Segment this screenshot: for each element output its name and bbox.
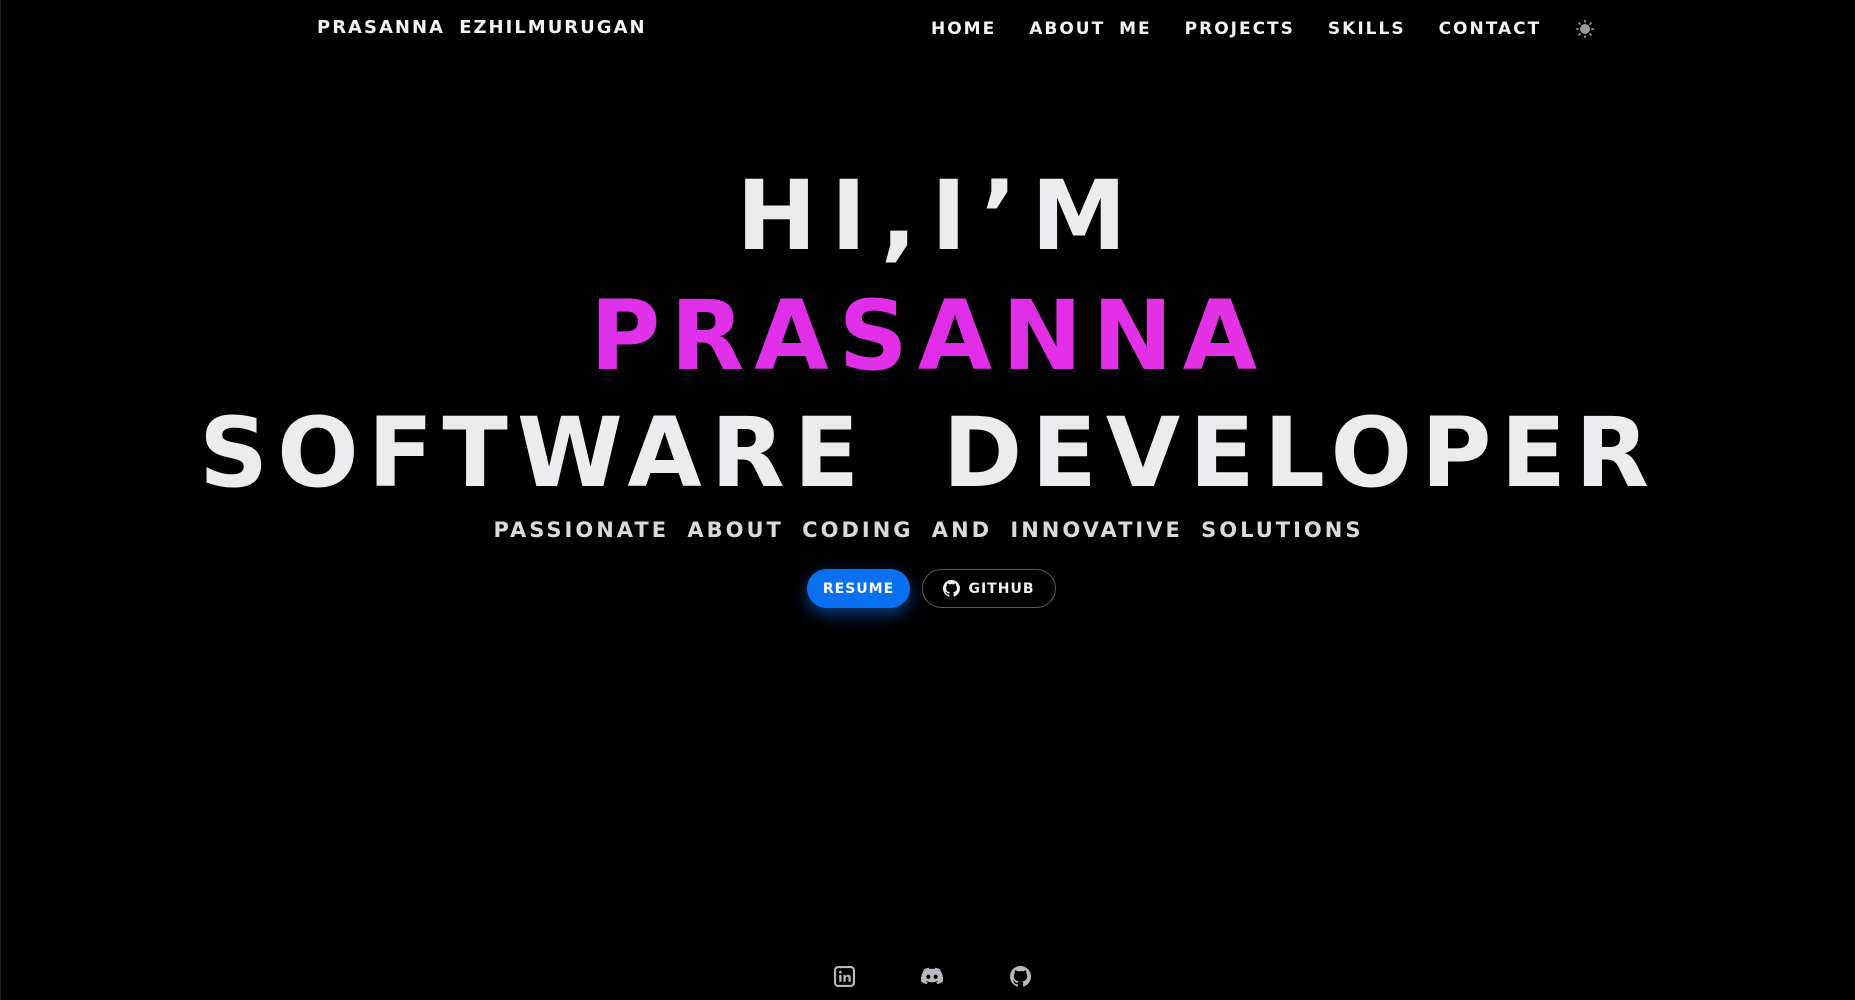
hero-buttons: RESUME GITHUB — [807, 569, 1056, 608]
hero-tagline: PASSIONATE ABOUT CODING AND INNOVATIVE S… — [493, 518, 1364, 542]
social-links — [833, 965, 1031, 987]
github-icon — [943, 580, 961, 597]
nav-skills[interactable]: SKILLS — [1328, 19, 1406, 39]
hero-role: SOFTWARE DEVELOPER — [199, 397, 1658, 509]
nav-projects[interactable]: PROJECTS — [1185, 19, 1295, 39]
github-icon[interactable] — [1009, 965, 1031, 987]
top-nav: HOME ABOUT ME PROJECTS SKILLS CONTACT — [931, 17, 1596, 40]
site-brand[interactable]: PRASANNA EZHILMURUGAN — [317, 17, 647, 38]
resume-button[interactable]: RESUME — [807, 569, 910, 608]
linkedin-icon[interactable] — [833, 965, 855, 987]
resume-button-label: RESUME — [822, 580, 895, 597]
sun-icon[interactable] — [1574, 18, 1596, 40]
portfolio-page: PRASANNA EZHILMURUGAN HOME ABOUT ME PROJ… — [0, 0, 1855, 1000]
github-button[interactable]: GITHUB — [922, 569, 1056, 608]
nav-home[interactable]: HOME — [931, 19, 996, 39]
hero-name: PRASANNA — [1, 288, 1855, 384]
github-button-label: GITHUB — [968, 580, 1035, 597]
discord-icon[interactable] — [921, 965, 943, 987]
nav-contact[interactable]: CONTACT — [1439, 19, 1542, 39]
hero-greeting: HI,I’M — [736, 160, 1141, 272]
nav-about[interactable]: ABOUT ME — [1029, 19, 1151, 39]
